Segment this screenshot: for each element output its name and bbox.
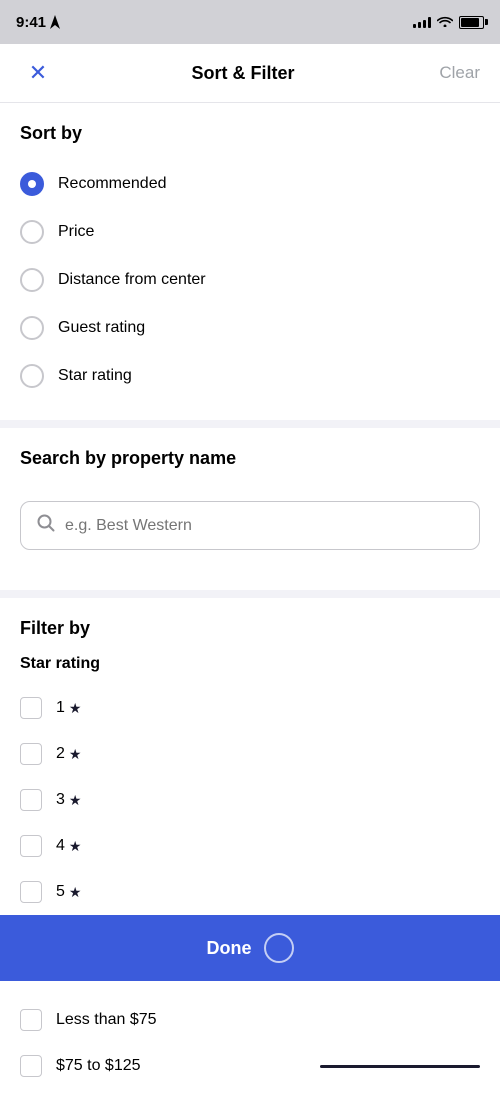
section-divider-2: [0, 590, 500, 598]
star-icon-2: ★: [69, 746, 82, 763]
sort-option-star-rating[interactable]: Star rating: [20, 352, 480, 400]
done-button[interactable]: Done: [0, 915, 500, 981]
sort-option-price[interactable]: Price: [20, 208, 480, 256]
radio-distance[interactable]: [20, 268, 44, 292]
label-2star: 2 ★: [56, 745, 81, 763]
sort-option-distance[interactable]: Distance from center: [20, 256, 480, 304]
section-divider-1: [0, 420, 500, 428]
battery-icon: [459, 16, 484, 29]
sort-label-price: Price: [58, 223, 94, 241]
checkbox-3star[interactable]: [20, 789, 42, 811]
radio-star-rating[interactable]: [20, 364, 44, 388]
radio-recommended[interactable]: [20, 172, 44, 196]
filter-4star[interactable]: 4 ★: [20, 823, 480, 869]
status-icons: [413, 14, 484, 30]
checkbox-less-than-75[interactable]: [20, 1009, 42, 1031]
done-label: Done: [207, 938, 252, 959]
sort-option-recommended[interactable]: Recommended: [20, 160, 480, 208]
sort-label-recommended: Recommended: [58, 175, 167, 193]
property-search-input[interactable]: [65, 517, 463, 535]
filter-75-to-125[interactable]: $75 to $125: [20, 1043, 480, 1089]
sort-label-guest-rating: Guest rating: [58, 319, 145, 337]
price-label-row: $75 to $125: [56, 1057, 480, 1075]
header: ✕ Sort & Filter Clear: [0, 44, 500, 103]
label-1star: 1 ★: [56, 699, 81, 717]
sort-by-title: Sort by: [20, 123, 480, 144]
modal-content: ✕ Sort & Filter Clear Sort by Recommende…: [0, 44, 500, 1105]
search-by-property-section: Search by property name: [0, 428, 500, 469]
label-5star: 5 ★: [56, 883, 81, 901]
checkbox-1star[interactable]: [20, 697, 42, 719]
filter-by-section: Filter by Star rating 1 ★ 2 ★ 3 ★: [0, 598, 500, 915]
done-button-container: Done: [0, 915, 500, 981]
signal-icon: [413, 16, 431, 28]
checkbox-2star[interactable]: [20, 743, 42, 765]
wifi-icon: [437, 14, 453, 30]
price-bar: [320, 1065, 480, 1068]
search-box[interactable]: [20, 501, 480, 550]
filter-5star[interactable]: 5 ★: [20, 869, 480, 915]
price-filter-section: Less than $75 $75 to $125: [0, 981, 500, 1105]
close-button[interactable]: ✕: [20, 60, 56, 86]
star-icon-5: ★: [69, 884, 82, 901]
search-property-title: Search by property name: [20, 448, 480, 469]
sort-label-distance: Distance from center: [58, 271, 206, 289]
navigation-arrow-icon: [50, 15, 60, 29]
filter-by-title: Filter by: [20, 618, 480, 639]
label-3star: 3 ★: [56, 791, 81, 809]
clear-button[interactable]: Clear: [430, 63, 480, 83]
star-icon-3: ★: [69, 792, 82, 809]
radio-guest-rating[interactable]: [20, 316, 44, 340]
checkbox-4star[interactable]: [20, 835, 42, 857]
search-icon: [37, 514, 55, 537]
filter-less-than-75[interactable]: Less than $75: [20, 997, 480, 1043]
label-4star: 4 ★: [56, 837, 81, 855]
sort-label-star-rating: Star rating: [58, 367, 132, 385]
done-circle-indicator: [264, 933, 294, 963]
star-icon-1: ★: [69, 700, 82, 717]
sort-option-guest-rating[interactable]: Guest rating: [20, 304, 480, 352]
header-title: Sort & Filter: [191, 63, 294, 84]
label-75-to-125: $75 to $125: [56, 1057, 141, 1075]
checkbox-75-to-125[interactable]: [20, 1055, 42, 1077]
filter-2star[interactable]: 2 ★: [20, 731, 480, 777]
star-icon-4: ★: [69, 838, 82, 855]
status-time: 9:41: [16, 14, 60, 31]
star-rating-subtitle: Star rating: [20, 655, 480, 673]
checkbox-5star[interactable]: [20, 881, 42, 903]
filter-1star[interactable]: 1 ★: [20, 685, 480, 731]
status-bar: 9:41: [0, 0, 500, 44]
time-display: 9:41: [16, 14, 46, 31]
sort-by-section: Sort by Recommended Price Distance from …: [0, 103, 500, 400]
search-container: [0, 485, 500, 570]
label-less-than-75: Less than $75: [56, 1011, 157, 1029]
radio-price[interactable]: [20, 220, 44, 244]
filter-3star[interactable]: 3 ★: [20, 777, 480, 823]
